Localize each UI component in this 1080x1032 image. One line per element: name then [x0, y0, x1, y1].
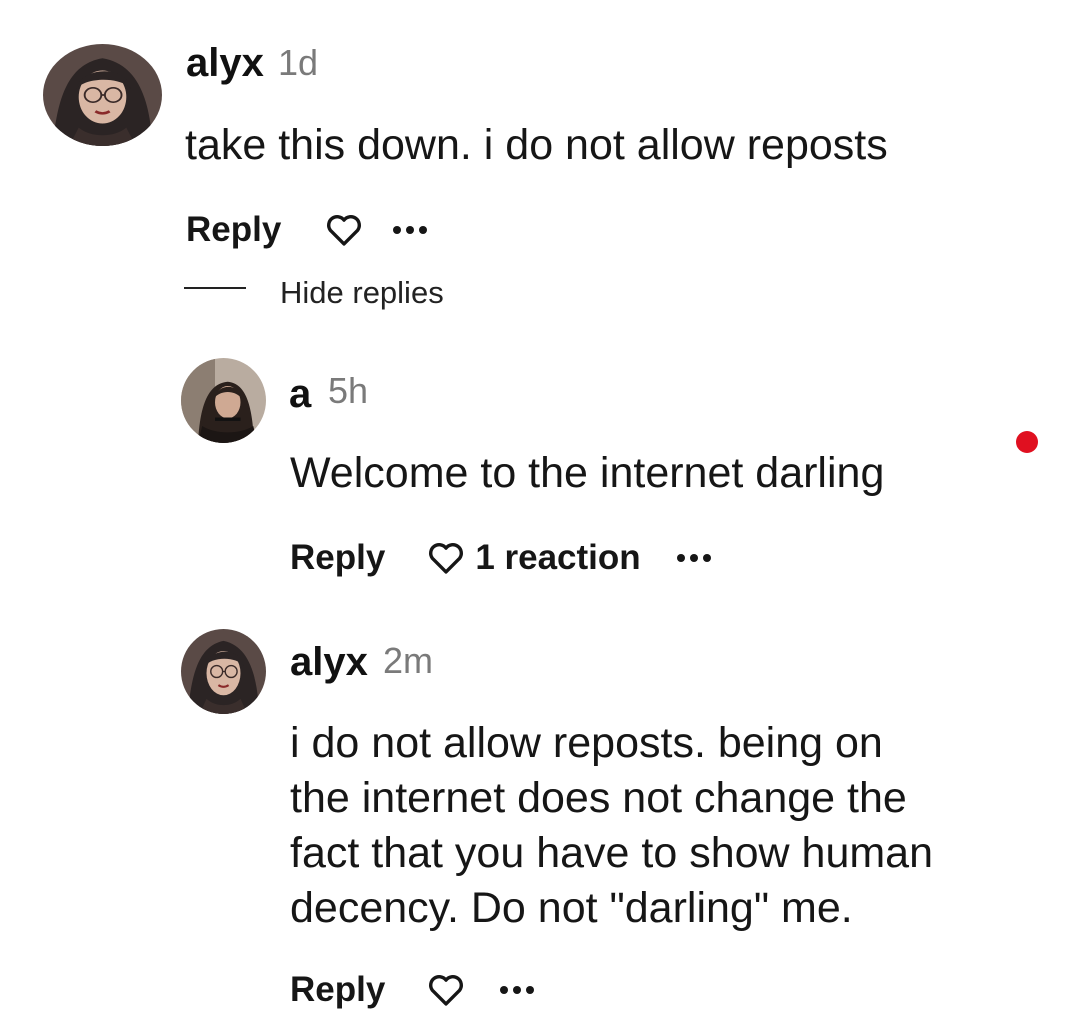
like-button[interactable]	[325, 213, 363, 247]
reply-text-line: fact that you have to show human	[290, 829, 934, 877]
reply-author[interactable]: alyx	[290, 642, 368, 682]
reply-button[interactable]: Reply	[290, 538, 385, 578]
reply-timestamp: 2m	[383, 640, 434, 681]
more-options-button[interactable]	[393, 226, 428, 234]
avatar-alyx[interactable]	[43, 44, 162, 146]
like-button[interactable]	[427, 973, 465, 1007]
reply-text-line: the internet does not change the	[290, 774, 907, 822]
reply-actions: Reply 1 reaction	[290, 538, 711, 578]
thread-line	[184, 287, 246, 289]
avatar-alyx[interactable]	[181, 629, 266, 714]
reply-timestamp: 5h	[328, 370, 369, 411]
more-dots-icon	[500, 986, 509, 994]
heart-outline-icon	[429, 975, 464, 1006]
reply-button[interactable]: Reply	[290, 970, 385, 1010]
reaction-count[interactable]: 1 reaction	[475, 538, 640, 578]
more-options-button[interactable]	[676, 554, 711, 562]
reply-text: Welcome to the internet darling	[290, 449, 885, 497]
comment-text: take this down. i do not allow reposts	[185, 121, 888, 169]
avatar-a[interactable]	[181, 358, 266, 443]
reply-button[interactable]: Reply	[186, 210, 281, 250]
like-button[interactable]: 1 reaction	[427, 538, 641, 578]
comment-timestamp: 1d	[278, 42, 319, 83]
heart-outline-icon	[429, 543, 464, 574]
more-options-button[interactable]	[500, 986, 535, 994]
comment-author[interactable]: alyx	[186, 43, 264, 83]
notification-dot	[1016, 431, 1038, 453]
reply-actions: Reply	[290, 970, 535, 1010]
comment-actions: Reply	[186, 210, 428, 250]
heart-outline-icon	[327, 215, 362, 246]
reply-text-line: i do not allow reposts. being on	[290, 719, 883, 767]
more-dots-icon	[393, 226, 402, 234]
reply-text-line: decency. Do not "darling" me.	[290, 884, 853, 932]
reply-author[interactable]: a	[289, 374, 311, 414]
more-dots-icon	[676, 554, 685, 562]
hide-replies-button[interactable]: Hide replies	[280, 275, 444, 311]
